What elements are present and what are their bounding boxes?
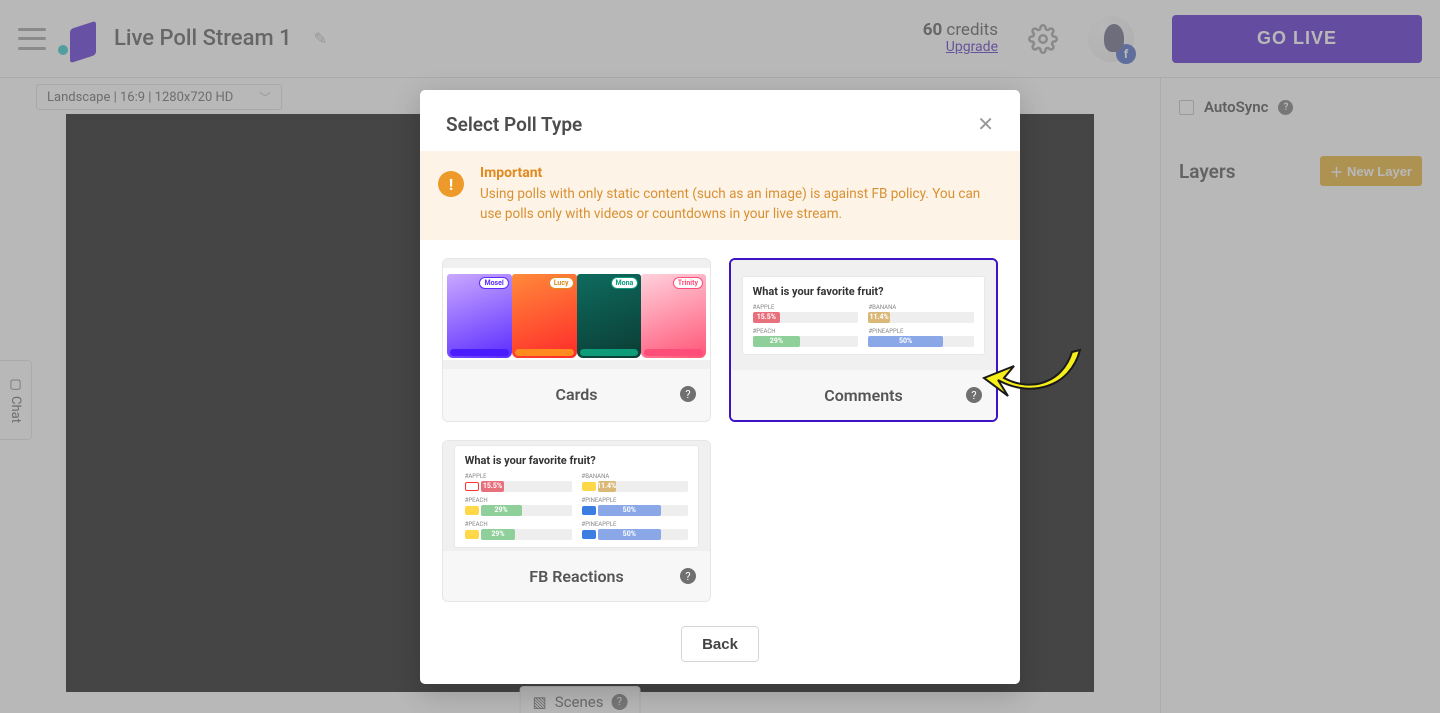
- poll-option-fb-reactions[interactable]: What is your favorite fruit? #APPLE15.5%…: [442, 440, 711, 602]
- poll-type-modal: Select Poll Type ✕ ! Important Using pol…: [420, 90, 1020, 684]
- bar-label: #PINEAPPLE: [582, 521, 617, 528]
- bar-value: 29%: [481, 505, 522, 516]
- back-button[interactable]: Back: [681, 626, 759, 662]
- warning-icon: !: [438, 171, 464, 197]
- reaction-haha-icon: [582, 482, 596, 491]
- policy-alert: ! Important Using polls with only static…: [420, 151, 1020, 240]
- alert-title: Important: [480, 165, 1000, 181]
- bar-value: 50%: [598, 505, 662, 516]
- bar-value: 29%: [481, 529, 516, 540]
- help-icon[interactable]: ?: [680, 568, 696, 584]
- card-tag: Mona: [611, 277, 639, 289]
- bar-value: 50%: [868, 336, 942, 347]
- bar-label: #PEACH: [465, 521, 488, 528]
- reaction-like-icon: [582, 530, 596, 539]
- alert-body: Using polls with only static content (su…: [480, 185, 1000, 224]
- fb-reactions-preview: What is your favorite fruit? #APPLE15.5%…: [454, 445, 700, 548]
- reaction-love-icon: [465, 482, 479, 491]
- bar-label: #APPLE: [465, 473, 487, 480]
- bar-label: #BANANA: [582, 473, 610, 480]
- reaction-like-icon: [582, 506, 596, 515]
- bar-label: #BANANA: [868, 304, 896, 311]
- bar-label: #PEACH: [465, 497, 488, 504]
- bar-value: 11.4%: [598, 481, 616, 492]
- close-icon[interactable]: ✕: [977, 112, 994, 137]
- bar-label: #APPLE: [753, 304, 775, 311]
- comments-preview: What is your favorite fruit? #APPLE15.5%…: [742, 276, 986, 355]
- bar-label: #PINEAPPLE: [582, 497, 617, 504]
- modal-title: Select Poll Type: [446, 113, 582, 136]
- bar-value: 15.5%: [753, 312, 781, 323]
- reaction-wow-icon: [465, 506, 479, 515]
- poll-option-cards[interactable]: Mosel Lucy Mona Trinity Cards?: [442, 258, 711, 422]
- card-tag: Lucy: [549, 277, 574, 289]
- card-tag: Trinity: [673, 277, 703, 289]
- preview-question: What is your favorite fruit?: [753, 285, 975, 298]
- poll-option-comments[interactable]: What is your favorite fruit? #APPLE15.5%…: [729, 258, 998, 422]
- poll-option-label: FB Reactions: [529, 567, 623, 586]
- bar-label: #PINEAPPLE: [868, 328, 903, 335]
- cards-preview: Mosel Lucy Mona Trinity: [443, 268, 710, 360]
- help-icon[interactable]: ?: [966, 387, 982, 403]
- poll-option-label: Comments: [824, 386, 902, 405]
- reaction-sad-icon: [465, 530, 479, 539]
- bar-value: 50%: [598, 529, 662, 540]
- bar-value: 29%: [753, 336, 801, 347]
- bar-value: 11.4%: [868, 312, 889, 323]
- preview-question: What is your favorite fruit?: [465, 454, 689, 467]
- bar-value: 15.5%: [481, 481, 505, 492]
- help-icon[interactable]: ?: [680, 386, 696, 402]
- poll-option-label: Cards: [556, 385, 598, 404]
- bar-label: #PEACH: [753, 328, 776, 335]
- card-tag: Mosel: [479, 277, 508, 289]
